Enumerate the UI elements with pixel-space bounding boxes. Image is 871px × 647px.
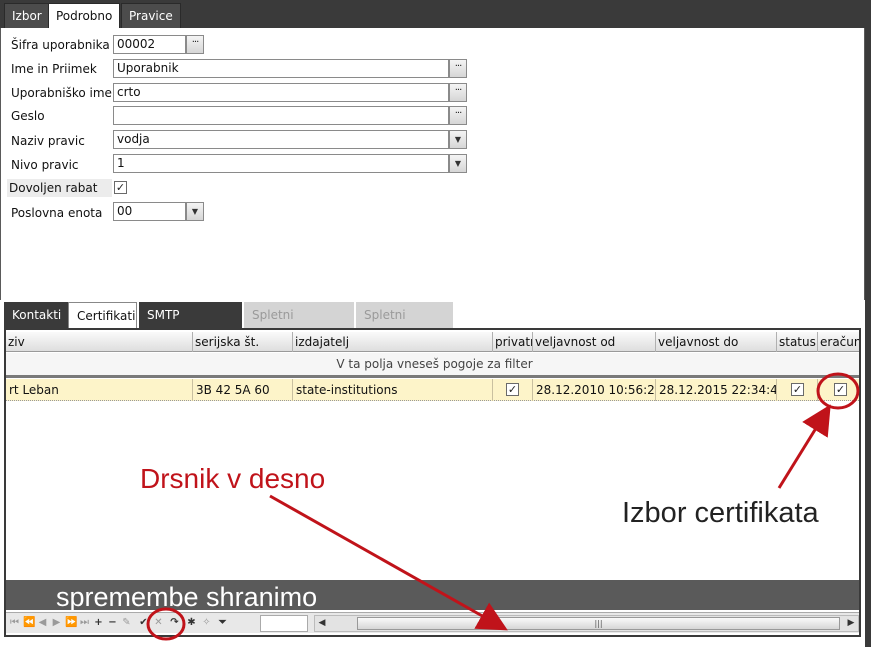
window-right-edge (865, 0, 871, 647)
sifra-label: Šifra uporabnika (11, 38, 110, 52)
remove-icon[interactable]: − (107, 616, 118, 630)
col-serijska[interactable]: serijska št. (193, 332, 293, 352)
cell-privatni: ✓ (493, 379, 533, 401)
col-veljavnost-od[interactable]: veljavnost od (533, 332, 656, 352)
refresh-icon[interactable]: ↷ (169, 616, 180, 630)
status-checkbox[interactable]: ✓ (791, 383, 804, 396)
prev-page-icon[interactable]: ⏪ (23, 616, 35, 630)
cell-serijska: 3B 42 5A 60 (193, 379, 293, 401)
upime-label: Uporabniško ime (11, 86, 112, 100)
naziv-label: Naziv pravic (11, 134, 85, 148)
cell-eracun: ✓ (818, 379, 859, 401)
rabat-label: Dovoljen rabat (7, 179, 112, 197)
col-izdajatelj[interactable]: izdajatelj (293, 332, 493, 352)
cell-izdajatelj: state-institutions (293, 379, 493, 401)
annotation-izbor: Izbor certifikata (622, 497, 819, 529)
cell-naziv: rt Leban (6, 379, 193, 401)
upime-input[interactable]: crto (113, 83, 449, 102)
enota-select[interactable]: 00 (113, 202, 186, 221)
detail-tab-bar: Kontakti Certifikati SMTP nastavitve Spl… (4, 300, 861, 348)
tab-izbor[interactable]: Izbor (4, 3, 50, 28)
cancel-icon[interactable]: ✕ (153, 616, 164, 630)
nivo-label: Nivo pravic (11, 158, 79, 172)
annotation-drsnik: Drsnik v desno (140, 463, 326, 494)
cell-status: ✓ (777, 379, 818, 401)
ime-label: Ime in Priimek (11, 62, 97, 76)
bookmark-icon[interactable]: ✱ (186, 616, 197, 630)
scroll-right-icon[interactable]: ▶ (844, 616, 858, 631)
grid-separator (6, 375, 859, 378)
tab-spletni-kontakti: Spletni kontakti (356, 302, 453, 348)
tab-certifikati[interactable]: Certifikati (68, 302, 137, 328)
next-icon[interactable]: ▶ (51, 616, 62, 630)
nivo-dropdown-icon[interactable]: ▼ (449, 154, 467, 173)
ime-lookup-button[interactable]: ··· (449, 59, 467, 78)
naziv-dropdown-icon[interactable]: ▼ (449, 130, 467, 149)
table-row[interactable]: rt Leban 3B 42 5A 60 state-institutions … (6, 379, 859, 401)
edit-icon[interactable]: ✎ (121, 616, 132, 630)
nivo-select[interactable]: 1 (113, 154, 449, 173)
filter-row[interactable]: V ta polja vneseš pogoje za filter (6, 353, 859, 375)
enota-label: Poslovna enota (11, 206, 103, 220)
col-naziv[interactable]: ziv (6, 332, 193, 352)
col-veljavnost-do[interactable]: veljavnost do (656, 332, 777, 352)
add-icon[interactable]: + (93, 616, 104, 630)
save-check-icon[interactable]: ✔ (138, 616, 149, 630)
horizontal-scrollbar[interactable]: ◀ ||| ▶ (314, 615, 859, 632)
naziv-select[interactable]: vodja (113, 130, 449, 149)
prev-icon[interactable]: ◀ (37, 616, 48, 630)
geslo-label: Geslo (11, 109, 45, 123)
filter-icon[interactable]: ⏷ (217, 616, 228, 630)
eracun-checkbox[interactable]: ✓ (834, 383, 847, 396)
details-panel: Šifra uporabnika 00002 ··· Ime in Priime… (0, 28, 865, 300)
window: Izbor Podrobno Pravice Šifra uporabnika … (0, 0, 871, 647)
grid-header: ziv serijska št. izdajatelj privatn velj… (6, 332, 859, 352)
geslo-input[interactable] (113, 106, 449, 125)
navigator-bar: ⏮ ⏪ ◀ ▶ ⏩ ⏭ + − ✎ ✔ ✕ ↷ ✱ ✧ ⏷ ◀ ||| ▶ (6, 612, 859, 633)
cell-veljavnost-do: 28.12.2015 22:34:44 (656, 379, 777, 401)
first-icon[interactable]: ⏮ (9, 616, 20, 630)
tab-kontakti[interactable]: Kontakti (4, 302, 68, 328)
tab-spletni-uporabnik: Spletni uporabnik (244, 302, 354, 348)
privatni-checkbox[interactable]: ✓ (506, 383, 519, 396)
scroll-left-icon[interactable]: ◀ (315, 616, 329, 631)
sifra-lookup-button[interactable]: ··· (186, 35, 204, 54)
tab-pravice[interactable]: Pravice (121, 3, 181, 28)
annotation-spremembe: spremembe shranimo (56, 582, 318, 612)
upime-lookup-button[interactable]: ··· (449, 83, 467, 102)
goto-bookmark-icon[interactable]: ✧ (201, 616, 212, 630)
next-page-icon[interactable]: ⏩ (65, 616, 77, 630)
scrollbar-thumb[interactable]: ||| (357, 617, 840, 630)
rabat-checkbox[interactable]: ✓ (114, 181, 127, 194)
col-privatni[interactable]: privatn (493, 332, 533, 352)
tab-podrobno[interactable]: Podrobno (48, 3, 121, 28)
top-tab-bar: Izbor Podrobno Pravice (0, 0, 871, 28)
geslo-lookup-button[interactable]: ··· (449, 106, 467, 125)
cell-veljavnost-od: 28.12.2010 10:56:21 (533, 379, 656, 401)
sifra-input[interactable]: 00002 (113, 35, 186, 54)
col-eracun[interactable]: eračun (818, 332, 859, 352)
tab-smtp[interactable]: SMTP nastavitve (139, 302, 242, 348)
ime-input[interactable]: Uporabnik (113, 59, 449, 78)
last-icon[interactable]: ⏭ (79, 616, 90, 630)
enota-dropdown-icon[interactable]: ▼ (186, 202, 204, 221)
navigator-text-box[interactable] (260, 615, 308, 632)
col-status[interactable]: status (777, 332, 818, 352)
